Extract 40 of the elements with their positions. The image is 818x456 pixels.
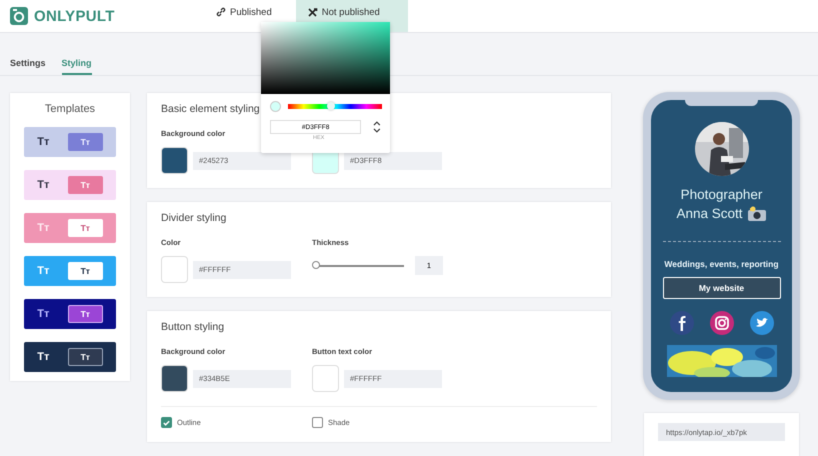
up-down-arrows-icon[interactable] bbox=[373, 121, 381, 133]
checkbox[interactable] bbox=[161, 417, 172, 428]
template-swatch[interactable]: Tт Tт bbox=[24, 256, 116, 286]
website-link-button[interactable]: My website bbox=[662, 277, 780, 299]
template-button-sample: Tт bbox=[68, 176, 103, 194]
template-swatch[interactable]: Tт Tт bbox=[24, 213, 116, 243]
template-swatch[interactable]: Tт Tт bbox=[24, 170, 116, 200]
template-button-sample: Tт bbox=[68, 262, 103, 280]
camera-logo-icon bbox=[10, 7, 28, 25]
tab[interactable]: Styling bbox=[62, 58, 92, 75]
camera-icon bbox=[746, 206, 767, 222]
bird-icon[interactable] bbox=[750, 311, 774, 335]
profile-name: Anna Scott bbox=[676, 205, 743, 223]
checkbox[interactable] bbox=[312, 417, 323, 428]
tab[interactable]: Settings bbox=[10, 58, 46, 75]
profile-subtitle: Weddings, events, reporting bbox=[664, 259, 779, 269]
template-swatch[interactable]: Tт Tт bbox=[24, 299, 116, 329]
color-swatch[interactable] bbox=[161, 365, 188, 392]
card-title: Button styling bbox=[161, 321, 224, 333]
publish-status-button[interactable]: Published bbox=[216, 0, 282, 32]
panel-title: Templates bbox=[44, 103, 96, 115]
profile-title: Photographer bbox=[680, 186, 762, 204]
template-button-sample: Tт bbox=[68, 348, 103, 366]
template-swatch[interactable]: Tт Tт bbox=[24, 342, 116, 372]
card-title: Basic element styling bbox=[161, 103, 260, 115]
template-swatch[interactable]: Tт Tт bbox=[24, 127, 116, 157]
card-title: Divider styling bbox=[161, 212, 226, 224]
facebook-icon[interactable] bbox=[670, 311, 694, 335]
color-swatch[interactable] bbox=[161, 147, 188, 174]
shuffle-cross-icon bbox=[308, 7, 318, 17]
link-icon bbox=[216, 7, 226, 17]
template-button-sample: Tт bbox=[68, 133, 103, 151]
color-swatch[interactable] bbox=[161, 256, 188, 283]
template-button-sample: Tт bbox=[68, 219, 103, 237]
hue-slider[interactable] bbox=[288, 104, 382, 109]
template-button-sample: Tт bbox=[68, 305, 103, 323]
color-swatch[interactable] bbox=[312, 365, 339, 392]
logo-text: ONLYPULT bbox=[34, 8, 115, 24]
instagram-icon[interactable] bbox=[710, 311, 734, 335]
saturation-value-area[interactable] bbox=[261, 22, 390, 94]
